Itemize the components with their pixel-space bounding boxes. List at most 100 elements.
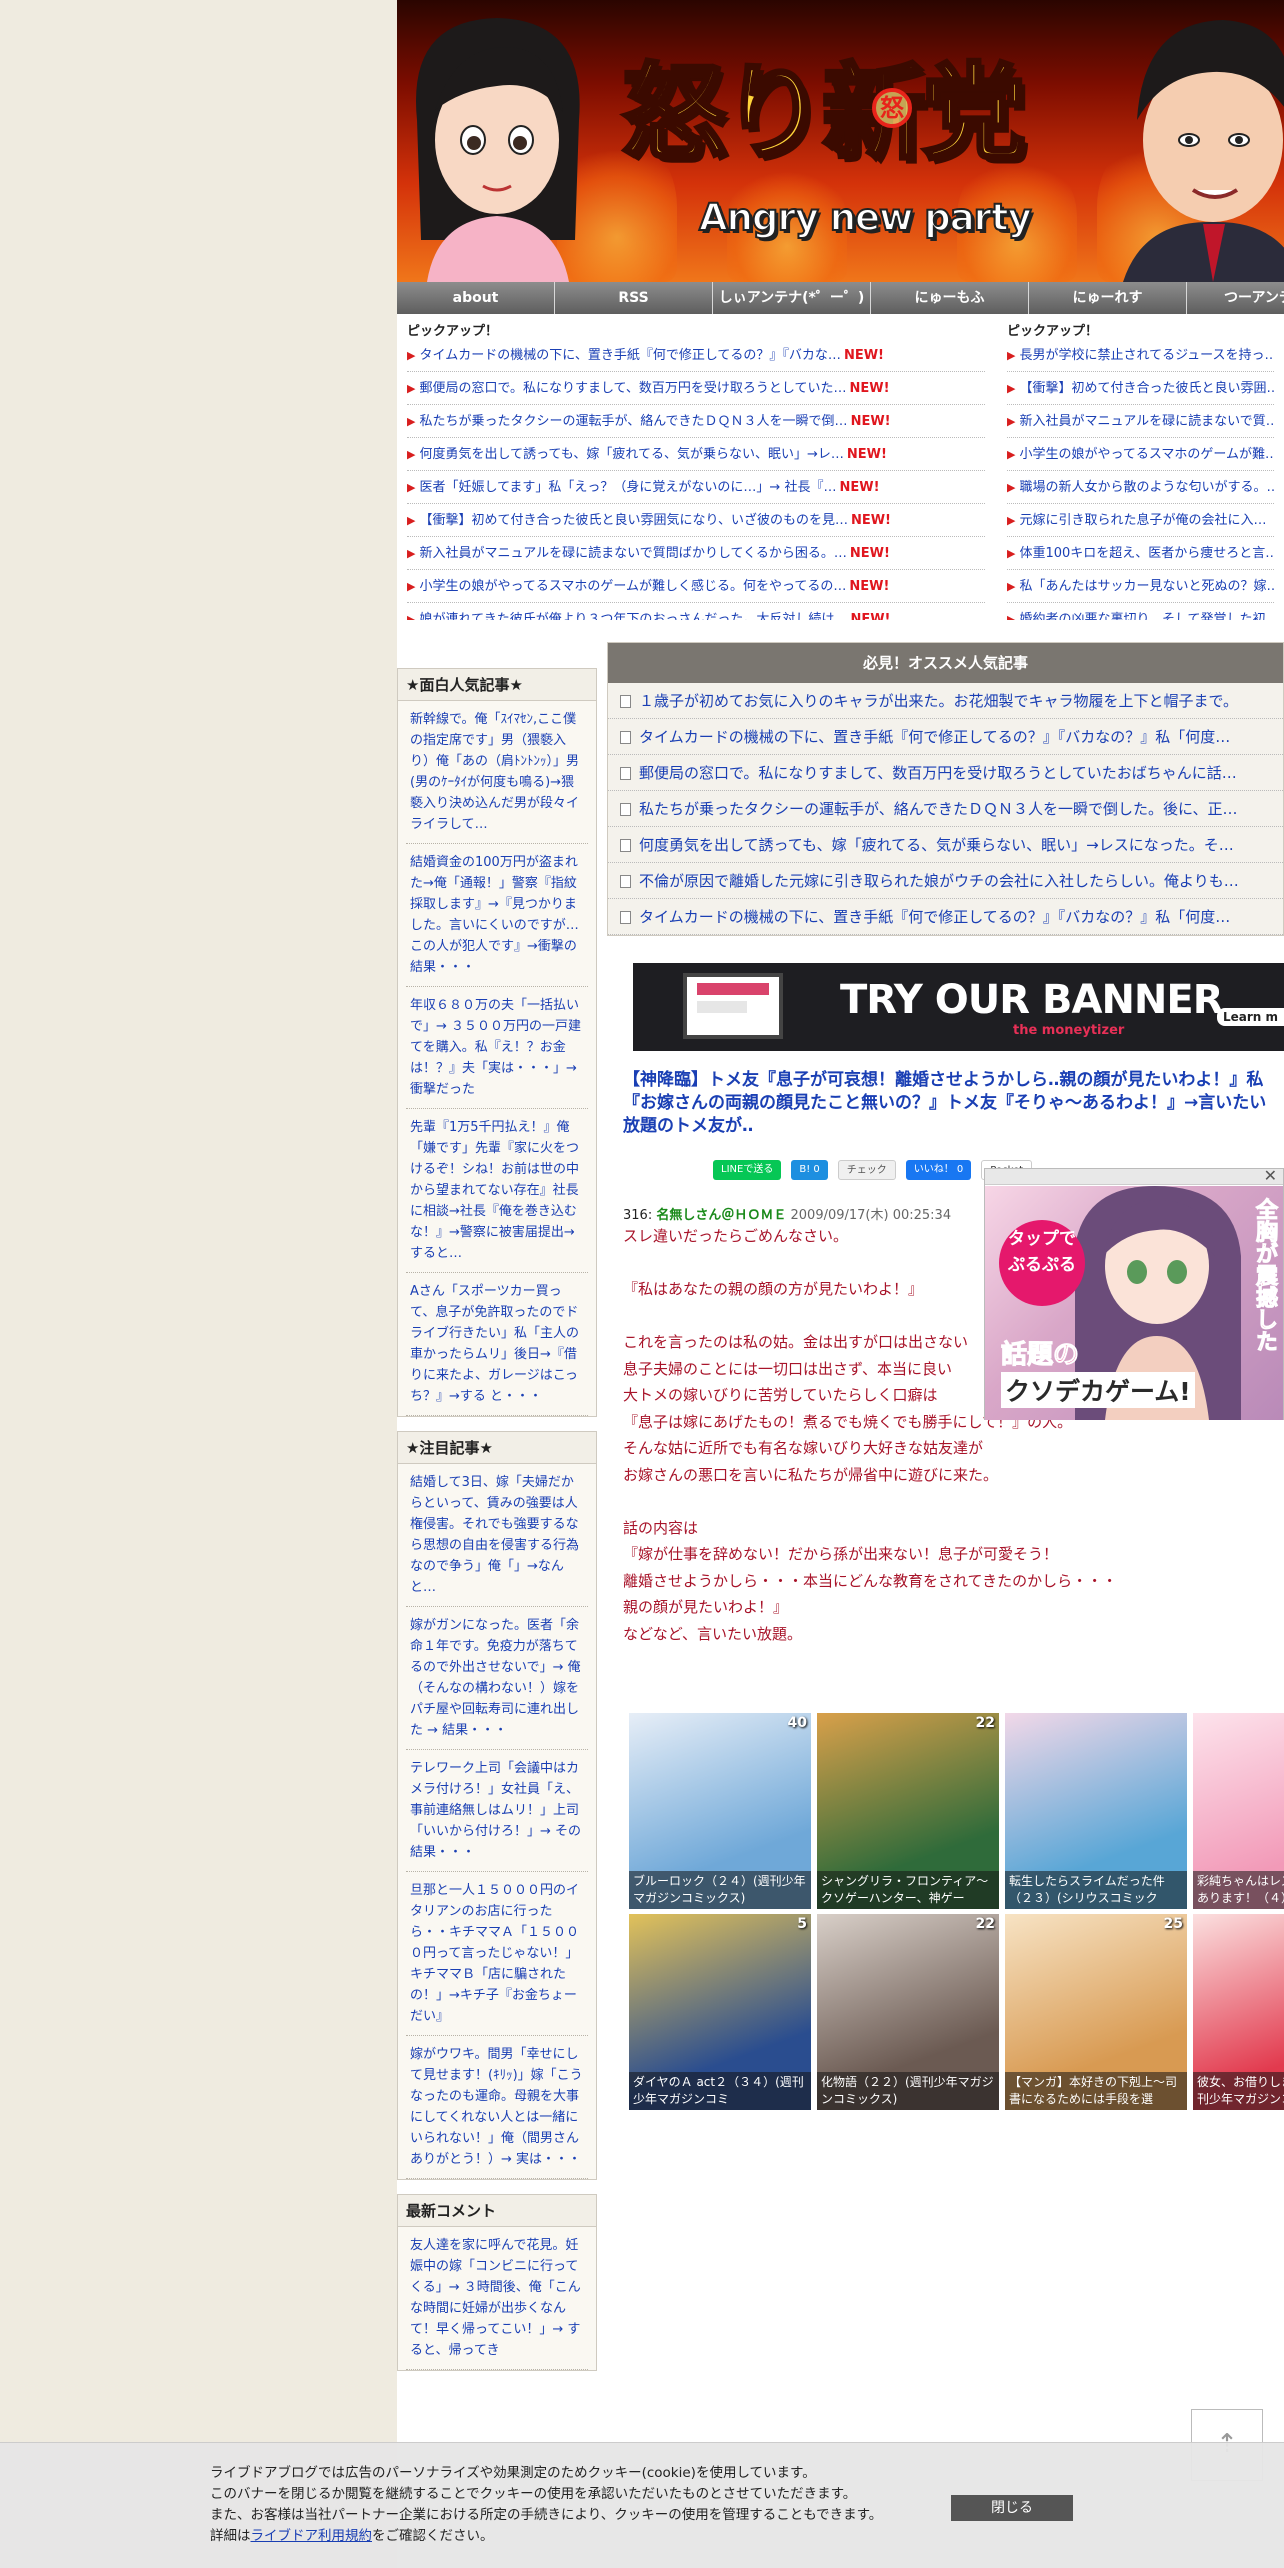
new-badge: NEW! xyxy=(850,414,891,429)
pickup-item[interactable]: ▶ タイムカードの機械の下に、置き手紙『何で修正してるの？』『バカな… NEW! xyxy=(407,339,985,372)
ad-learn-more-button[interactable]: Learn m xyxy=(1216,1008,1284,1026)
comic-title[interactable]: ダイヤのＡ act２（３４）(週刊少年マガジンコミ xyxy=(629,2072,811,2110)
nav-item-newres[interactable]: にゅーれす xyxy=(1029,282,1187,314)
pickup-item-text[interactable]: 元嫁に引き取られた息子が俺の会社に入… xyxy=(1019,513,1266,528)
pickup-item[interactable]: ▶ 【衝撃】初めて付き合った彼氏と良い雰囲気になり、いざ彼のものを見… NEW! xyxy=(407,504,985,537)
pickup-item-text[interactable]: 新入社員がマニュアルを碌に読まないで質問ばかりしてくるから困る。… xyxy=(419,546,846,561)
pickup-item[interactable]: ▶ 職場の新人女から散のような匂いがする。… xyxy=(1007,471,1274,504)
sidebar-article-link[interactable]: 結婚資金の100万円が盗まれた→俺「通報！」警察『指紋採取します』→『見つかりま… xyxy=(406,844,588,987)
pickup-item-text[interactable]: 小学生の娘がやってるスマホのゲームが難… xyxy=(1019,447,1274,462)
pickup-item[interactable]: ▶ 私たちが乗ったタクシーの運転手が、絡んできたＤＱＮ３人を一瞬で倒… NEW! xyxy=(407,405,985,438)
pickup-item[interactable]: ▶ 体重100キロを超え、医者から痩せろと言… xyxy=(1007,537,1274,570)
popup-game-ad[interactable]: ✕ タップで ぷるぷる 話題の クソデカゲーム! 全胸が震撼した xyxy=(984,1166,1284,1420)
nav-item-2antenna[interactable]: つーアンテナ xyxy=(1187,282,1284,314)
terms-of-use-link[interactable]: ライブドア利用規約 xyxy=(251,2528,373,2544)
pickup-item[interactable]: ▶ 小学生の娘がやってるスマホのゲームが難しく感じる。何をやってるの… NEW! xyxy=(407,570,985,603)
hatena-bookmark-button[interactable]: B! 0 xyxy=(791,1160,828,1180)
pickup-item-text[interactable]: 【衝撃】初めて付き合った彼氏と良い雰囲… xyxy=(1019,381,1274,396)
comic-title[interactable]: 彩純ちゃんはレズ風俗に興味があります！（４） xyxy=(1193,1871,1284,1909)
pickup-item-text[interactable]: 娘が連れてきた彼氏が俺より３つ年下のおっさんだった。大反対し続け… xyxy=(419,612,847,620)
sidebar-article-link[interactable]: 年収６８０万の夫「一括払いで」→ ３５００万円の一戸建てを購入。私『え！？お金は… xyxy=(406,987,588,1109)
pickup-item[interactable]: ▶ 婚約者の凶悪な裏切り、そして発覚した初… xyxy=(1007,603,1274,620)
popup-ad-image[interactable]: タップで ぷるぷる 話題の クソデカゲーム! 全胸が震撼した xyxy=(985,1186,1283,1420)
comic-item[interactable]: 40 ブルーロック（２４）(週刊少年マガジンコミックス) xyxy=(629,1713,811,1909)
pickup-item-text[interactable]: 体重100キロを超え、医者から痩せろと言… xyxy=(1019,546,1274,561)
pickup-item-text[interactable]: 医者「妊娠してます」私「えっ？（身に覚えがないのに…」→ 社長『… xyxy=(419,480,836,495)
mixi-check-button[interactable]: チェック xyxy=(837,1160,896,1180)
comic-item[interactable]: 25 【マンガ】本好きの下剋上〜司書になるためには手段を選 xyxy=(1005,1914,1187,2110)
nav-item-rss[interactable]: RSS xyxy=(555,282,713,314)
recommended-item-text[interactable]: タイムカードの機械の下に、置き手紙『何で修正してるの？』『バカなの？』私「何度… xyxy=(639,908,1230,926)
comic-item[interactable]: 5 ダイヤのＡ act２（３４）(週刊少年マガジンコミ xyxy=(629,1914,811,2110)
sidebar-article-link[interactable]: テレワーク上司「会議中はカメラ付けろ！」女社員「え、事前連絡無しはムリ！」上司「… xyxy=(406,1750,588,1872)
pickup-item[interactable]: ▶ 新入社員がマニュアルを碌に読まないで質… xyxy=(1007,405,1274,438)
comic-title[interactable]: 【マンガ】本好きの下剋上〜司書になるためには手段を選 xyxy=(1005,2072,1187,2110)
sidebar-article-link[interactable]: 旦那と一人１５０００円のイタリアンのお店に行ったら・・キチママＡ「１５０００円っ… xyxy=(406,1872,588,2036)
pickup-item-text[interactable]: 小学生の娘がやってるスマホのゲームが難しく感じる。何をやってるの… xyxy=(419,579,846,594)
pickup-item[interactable]: ▶ 娘が連れてきた彼氏が俺より３つ年下のおっさんだった。大反対し続け… NEW! xyxy=(407,603,985,620)
sidebar-article-link[interactable]: 新幹線で。俺「ｽｲﾏｾﾝ,ここ僕の指定席です」男（猥褻入り）俺「あの（肩ﾄﾝﾄﾝ… xyxy=(406,701,588,844)
comic-title[interactable]: 化物語（２２）(週刊少年マガジンコミックス) xyxy=(817,2072,999,2110)
header-banner[interactable]: 怒り新党 怒 Angry new party xyxy=(397,0,1284,282)
sidebar-article-link[interactable]: 先輩『1万5千円払え！』俺「嫌です」先輩『家に火をつけるぞ！シね！お前は世の中か… xyxy=(406,1109,588,1273)
sidebar-article-link[interactable]: Aさん「スポーツカー買って、息子が免許取ったのでドライブ行きたい」私「主人の車か… xyxy=(406,1273,588,1416)
ad-banner[interactable]: TRY OUR BANNER the moneytizer Learn m xyxy=(633,963,1284,1051)
nav-item-newmofu[interactable]: にゅーもふ xyxy=(871,282,1029,314)
comic-item[interactable]: 彩純ちゃんはレズ風俗に興味があります！（４） xyxy=(1193,1713,1284,1909)
recommended-item-text[interactable]: 不倫が原因で離婚した元嫁に引き取られた娘がウチの会社に入社したらしい。俺よりも… xyxy=(639,872,1239,890)
comic-item[interactable]: 22 シャングリラ・フロンティア〜クソゲーハンター、神ゲー xyxy=(817,1713,999,1909)
nav-item-shii-antenna[interactable]: しぃアンテナ(*゜ー゜) xyxy=(713,282,871,314)
pickup-item[interactable]: ▶ 【衝撃】初めて付き合った彼氏と良い雰囲… xyxy=(1007,372,1274,405)
nav-item-about[interactable]: about xyxy=(397,282,555,314)
pickup-item-text[interactable]: 私「あんたはサッカー見ないと死ぬの？嫁… xyxy=(1019,579,1274,594)
article-title[interactable]: 【神降臨】トメ友『息子が可哀想！離婚させようかしら‥親の顔が見たいわよ！』私『お… xyxy=(623,1051,1283,1138)
comic-title[interactable]: シャングリラ・フロンティア〜クソゲーハンター、神ゲー xyxy=(817,1871,999,1909)
recommended-item[interactable]: 私たちが乗ったタクシーの運転手が、絡んできたＤＱＮ３人を一瞬で倒した。後に、正… xyxy=(608,791,1283,827)
cookie-close-button[interactable]: 閉じる xyxy=(951,2495,1073,2521)
sidebar-article-link[interactable]: 嫁がガンになった。医者「余命１年です。免疫力が落ちてるので外出させないで」→ 俺… xyxy=(406,1607,588,1750)
comic-title[interactable]: ブルーロック（２４）(週刊少年マガジンコミックス) xyxy=(629,1871,811,1909)
pickup-item[interactable]: ▶ 郵便局の窓口で。私になりすまして、数百万円を受け取ろうとしていた… NEW! xyxy=(407,372,985,405)
sidebar-article-link[interactable]: 友人達を家に呼んで花見。妊娠中の嫁「コンビニに行ってくる」→ ３時間後、俺「こん… xyxy=(406,2227,588,2370)
recommended-item[interactable]: 郵便局の窓口で。私になりすまして、数百万円を受け取ろうとしていたおばちゃんに話… xyxy=(608,755,1283,791)
close-icon[interactable]: ✕ xyxy=(1264,1166,1277,1185)
pickup-item-text[interactable]: 職場の新人女から散のような匂いがする。… xyxy=(1019,480,1274,495)
recommended-item[interactable]: 不倫が原因で離婚した元嫁に引き取られた娘がウチの会社に入社したらしい。俺よりも… xyxy=(608,863,1283,899)
sidebar-article-link[interactable]: 結婚して3日、嫁「夫婦だからといって、賃みの強要は人権侵害。それでも強要するなら… xyxy=(406,1464,588,1607)
document-icon xyxy=(620,875,631,888)
sidebar-article-link[interactable]: 嫁がウワキ。間男「幸せにして見せます！(ｷﾘｯ)」嫁「こうなったのも運命。母親を… xyxy=(406,2036,588,2179)
pickup-item-text[interactable]: タイムカードの機械の下に、置き手紙『何で修正してるの？』『バカな… xyxy=(419,348,840,363)
comic-title[interactable]: 彼女、お借りします（２９）(週刊少年マガジンコミッ xyxy=(1193,2072,1284,2110)
pickup-item-text[interactable]: 婚約者の凶悪な裏切り、そして発覚した初… xyxy=(1019,612,1274,620)
pickup-item-text[interactable]: 郵便局の窓口で。私になりすまして、数百万円を受け取ろうとしていた… xyxy=(419,381,846,396)
comic-title[interactable]: 転生したらスライムだった件（２３）(シリウスコミック xyxy=(1005,1871,1187,1909)
recommended-item[interactable]: 何度勇気を出して誘っても、嫁「疲れてる、気が乗らない、眠い」→レスになった。そ… xyxy=(608,827,1283,863)
line-share-button[interactable]: LINEで送る xyxy=(713,1160,782,1180)
pickup-item[interactable]: ▶ 小学生の娘がやってるスマホのゲームが難… xyxy=(1007,438,1274,471)
recommended-item-text[interactable]: タイムカードの機械の下に、置き手紙『何で修正してるの？』『バカなの？』私「何度… xyxy=(639,728,1230,746)
recommended-item[interactable]: タイムカードの機械の下に、置き手紙『何で修正してるの？』『バカなの？』私「何度… xyxy=(608,899,1283,935)
recommended-item-text[interactable]: 何度勇気を出して誘っても、嫁「疲れてる、気が乗らない、眠い」→レスになった。そ… xyxy=(639,836,1234,854)
pickup-item[interactable]: ▶ 私「あんたはサッカー見ないと死ぬの？嫁… xyxy=(1007,570,1274,603)
pickup-item-text[interactable]: 私たちが乗ったタクシーの運転手が、絡んできたＤＱＮ３人を一瞬で倒… xyxy=(419,414,847,429)
pickup-item[interactable]: ▶ 長男が学校に禁止されてるジュースを持っ… xyxy=(1007,339,1274,372)
pickup-item-text[interactable]: 長男が学校に禁止されてるジュースを持っ… xyxy=(1019,348,1274,363)
pickup-item[interactable]: ▶ 新入社員がマニュアルを碌に読まないで質問ばかりしてくるから困る。… NEW! xyxy=(407,537,985,570)
pickup-item-text[interactable]: 新入社員がマニュアルを碌に読まないで質… xyxy=(1019,414,1274,429)
pickup-item[interactable]: ▶ 元嫁に引き取られた息子が俺の会社に入… xyxy=(1007,504,1274,537)
pickup-item-text[interactable]: 何度勇気を出して誘っても、嫁「疲れてる、気が乗らない、眠い」→レ… xyxy=(419,447,843,462)
recommended-item-text[interactable]: １歳子が初めてお気に入りのキャラが出来た。お花畑製でキャラ物履を上下と帽子まで。 xyxy=(639,692,1238,710)
pickup-item[interactable]: ▶ 何度勇気を出して誘っても、嫁「疲れてる、気が乗らない、眠い」→レ… NEW! xyxy=(407,438,985,471)
pickup-item-text[interactable]: 【衝撃】初めて付き合った彼氏と良い雰囲気になり、いざ彼のものを見… xyxy=(419,513,847,528)
comic-item[interactable]: 彼女、お借りします（２９）(週刊少年マガジンコミッ xyxy=(1193,1914,1284,2110)
pickup-item[interactable]: ▶ 医者「妊娠してます」私「えっ？（身に覚えがないのに…」→ 社長『… NEW! xyxy=(407,471,985,504)
facebook-like-button[interactable]: いいね！ 0 xyxy=(905,1160,972,1180)
recommended-item[interactable]: タイムカードの機械の下に、置き手紙『何で修正してるの？』『バカなの？』私「何度… xyxy=(608,719,1283,755)
comic-item[interactable]: 転生したらスライムだった件（２３）(シリウスコミック xyxy=(1005,1713,1187,1909)
tap-badge: タップで ぷるぷる xyxy=(999,1220,1085,1306)
recommended-item[interactable]: １歳子が初めてお気に入りのキャラが出来た。お花畑製でキャラ物履を上下と帽子まで。 xyxy=(608,683,1283,719)
recommended-item-text[interactable]: 郵便局の窓口で。私になりすまして、数百万円を受け取ろうとしていたおばちゃんに話… xyxy=(639,764,1237,782)
recommended-item-text[interactable]: 私たちが乗ったタクシーの運転手が、絡んできたＤＱＮ３人を一瞬で倒した。後に、正… xyxy=(639,800,1238,818)
comic-item[interactable]: 22 化物語（２２）(週刊少年マガジンコミックス) xyxy=(817,1914,999,2110)
latest-comments-panel: 最新コメント 友人達を家に呼んで花見。妊娠中の嫁「コンビニに行ってくる」→ ３時… xyxy=(397,2194,597,2371)
